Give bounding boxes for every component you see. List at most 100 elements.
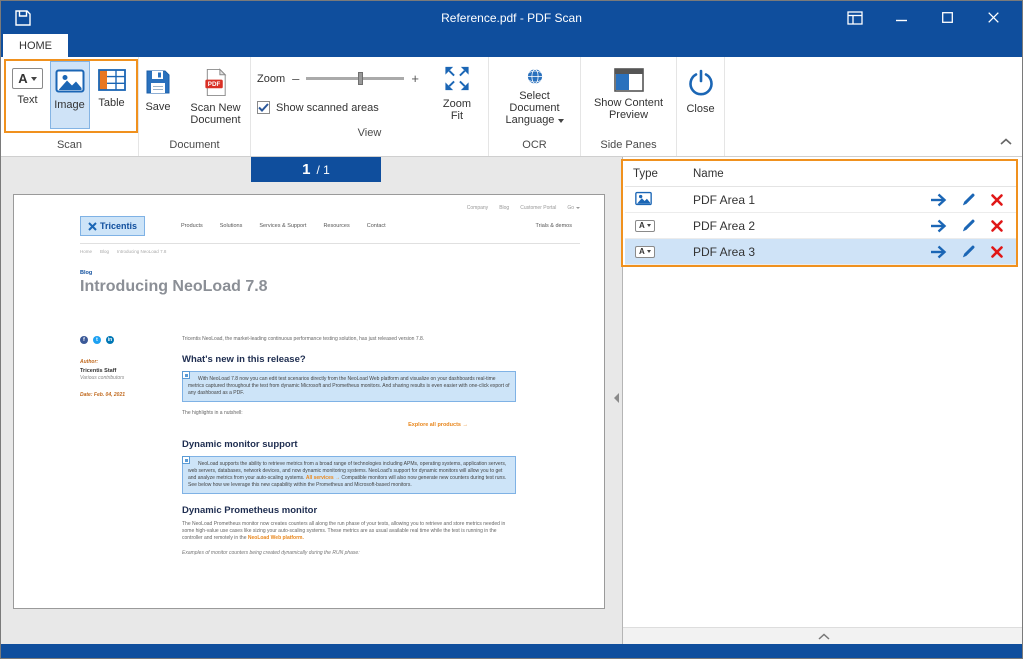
goto-area-button[interactable] — [929, 193, 947, 207]
table-row-pdf-area-1[interactable]: A PDF Area 1 — [625, 187, 1016, 213]
arrow-right-icon — [929, 245, 947, 259]
collapse-ribbon-button[interactable] — [1000, 132, 1012, 150]
scan-new-document-label: Scan New Document — [185, 102, 246, 126]
dropdown-caret-icon — [558, 119, 564, 123]
doc-examples-caption: Examples of monitor counters being creat… — [182, 550, 516, 556]
app-save-icon — [14, 9, 32, 27]
page-indicator: 1 / 1 — [251, 157, 381, 182]
twitter-icon: t — [93, 336, 101, 344]
edit-area-button[interactable] — [961, 218, 976, 233]
edit-area-button[interactable] — [961, 244, 976, 259]
ribbon-group-label-ocr: OCR — [489, 137, 580, 156]
pdf-area-name: PDF Area 1 — [693, 193, 929, 207]
save-icon — [144, 68, 172, 96]
table-scan-button[interactable]: Table — [92, 61, 132, 129]
table-icon — [98, 68, 126, 92]
show-content-preview-label: Show Content Preview — [585, 97, 672, 121]
document-page: Company Blog Customer Portal Go Tricenti… — [13, 194, 605, 609]
ribbon-group-document: Save PDF Scan New Document Document — [139, 57, 251, 156]
table-row-pdf-area-2[interactable]: A PDF Area 2 — [625, 213, 1016, 239]
scanned-area-logo[interactable]: Tricentis — [80, 216, 145, 236]
column-header-type: Type — [625, 168, 693, 180]
areas-table-header: Type Name — [625, 161, 1016, 187]
close-window-button[interactable] — [970, 1, 1016, 34]
doc-social-icons: f t in — [80, 336, 182, 344]
pencil-icon — [961, 218, 976, 233]
goto-area-button[interactable] — [929, 245, 947, 259]
delete-x-icon — [990, 193, 1004, 207]
breadcrumb-item: Introducing NeoLoad 7.8 — [117, 249, 166, 254]
scanned-area-2[interactable]: NeoLoad supports the ability to retrieve… — [182, 456, 516, 494]
save-button[interactable]: Save — [139, 61, 177, 129]
edit-area-button[interactable] — [961, 192, 976, 207]
delete-area-button[interactable] — [990, 219, 1004, 233]
image-icon — [55, 68, 85, 94]
doc-nav-item: Solutions — [220, 223, 243, 229]
delete-x-icon — [990, 245, 1004, 259]
doc-heading-whats-new: What's new in this release? — [182, 354, 516, 365]
delete-area-button[interactable] — [990, 193, 1004, 207]
table-scan-label: Table — [98, 97, 124, 109]
panel-expander[interactable] — [623, 627, 1023, 644]
doc-author-label: Author: — [80, 359, 182, 365]
chevron-left-icon — [613, 392, 620, 404]
titlebar: Reference.pdf - PDF Scan — [1, 1, 1022, 34]
close-document-label: Close — [686, 103, 714, 115]
delete-area-button[interactable] — [990, 245, 1004, 259]
table-row-pdf-area-3[interactable]: A PDF Area 3 — [625, 239, 1016, 265]
image-scan-button[interactable]: Image — [50, 61, 90, 129]
zoom-label: Zoom — [257, 73, 285, 85]
ribbon-group-close: Close — [677, 57, 725, 156]
pdf-area-name: PDF Area 3 — [693, 245, 929, 259]
maximize-button[interactable] — [924, 1, 970, 34]
ribbon-group-view: Zoom – + Show scanned areas Zoom Fit — [251, 57, 489, 156]
ribbon-display-options-icon[interactable] — [832, 1, 878, 34]
doc-nutshell: The highlights in a nutshell: — [182, 410, 516, 417]
show-scanned-checkbox[interactable] — [257, 101, 270, 114]
doc-intro: Tricentis NeoLoad, the market-leading co… — [182, 336, 516, 343]
areas-panel: Type Name A PDF Area 1 — [622, 157, 1023, 646]
window-title: Reference.pdf - PDF Scan — [441, 11, 582, 25]
scan-new-document-button[interactable]: PDF Scan New Document — [181, 61, 250, 129]
zoom-slider[interactable] — [306, 77, 404, 80]
delete-x-icon — [990, 219, 1004, 233]
scanned-area-marker-icon — [182, 371, 190, 379]
pencil-icon — [961, 244, 976, 259]
breadcrumb-item: Home — [80, 249, 92, 254]
ribbon-group-label-side-panes: Side Panes — [581, 137, 676, 156]
image-scan-label: Image — [54, 99, 85, 111]
show-scanned-areas-option[interactable]: Show scanned areas — [257, 101, 422, 114]
close-document-button[interactable]: Close — [679, 61, 723, 129]
tab-home[interactable]: HOME — [3, 34, 68, 57]
app-window: Reference.pdf - PDF Scan HOME A — [0, 0, 1023, 659]
check-icon — [258, 103, 269, 112]
zoom-out-button[interactable]: – — [292, 71, 299, 86]
zoom-fit-button[interactable]: Zoom Fit — [432, 57, 482, 125]
text-scan-button[interactable]: A Text — [8, 61, 48, 129]
doc-header: Tricentis Products Solutions Services & … — [80, 216, 580, 236]
doc-topnav-item: Customer Portal — [520, 205, 556, 211]
tricentis-logo-text: Tricentis — [100, 221, 137, 231]
goto-area-button[interactable] — [929, 219, 947, 233]
doc-divider — [80, 243, 580, 244]
column-header-name: Name — [693, 168, 1016, 180]
zoom-slider-thumb[interactable] — [358, 72, 363, 85]
scanned-area-1[interactable]: With NeoLoad 7.8 now you can edit test s… — [182, 371, 516, 402]
doc-date: Date: Feb. 04, 2021 — [80, 392, 182, 398]
select-document-language-button[interactable]: Select Document Language — [489, 61, 580, 129]
zoom-fit-icon — [442, 64, 472, 93]
page-total: / 1 — [317, 163, 330, 177]
show-scanned-label: Show scanned areas — [276, 102, 379, 114]
zoom-in-button[interactable]: + — [411, 71, 419, 86]
doc-topnav: Company Blog Customer Portal Go — [80, 205, 580, 211]
pencil-icon — [961, 192, 976, 207]
collapse-panel-arrow[interactable] — [613, 391, 620, 409]
doc-nav-cta: Trials & demos — [536, 223, 572, 229]
ribbon-tabstrip: HOME — [1, 34, 1022, 57]
minimize-button[interactable] — [878, 1, 924, 34]
doc-sidebar: f t in Author: Tricentis Staff Various c… — [80, 336, 182, 556]
doc-breadcrumb: Home Blog Introducing NeoLoad 7.8 — [80, 249, 580, 254]
show-content-preview-button[interactable]: Show Content Preview — [581, 61, 676, 129]
doc-title: Introducing NeoLoad 7.8 — [80, 278, 580, 296]
ribbon-group-side-panes: Show Content Preview Side Panes — [581, 57, 677, 156]
